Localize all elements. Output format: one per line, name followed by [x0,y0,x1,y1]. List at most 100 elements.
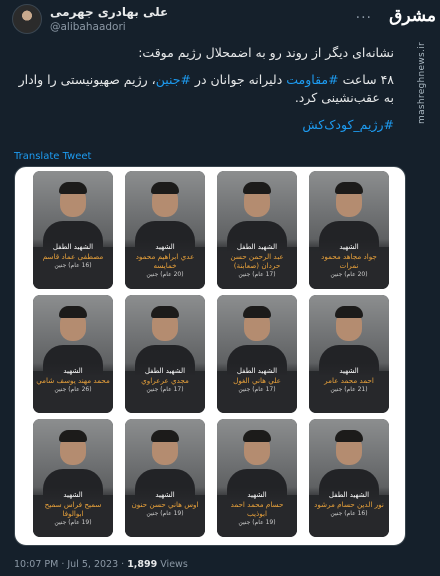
portrait-hair [243,182,271,194]
portrait-hair [335,306,363,318]
portrait-hair [59,182,87,194]
martyr-card: الشهيد حسام محمد احمد ابوذيب (19 عام) جنين [217,419,297,537]
portrait-hair [151,306,179,318]
card-caption: الشهيد الطفل مصطفى عماد قاسم (16 عام) جنين [33,239,113,289]
martyr-card: الشهيد محمد مهند يوسف شامي (26 عام) جنين [33,295,113,413]
portrait-hair [335,430,363,442]
portrait-photo [309,295,389,375]
card-badge: الشهيد [155,491,175,499]
card-info: (17 عام) جنين [146,386,184,393]
tweet-time[interactable]: 10:07 PM · Jul 5, 2023 · [14,559,127,570]
mashregh-logo: مشرق [389,6,436,26]
card-caption: الشهيد الطفل علي هاني الغول (17 عام) جنين [217,363,297,413]
card-caption: الشهيد الطفل مجدي عرعراوي (17 عام) جنين [125,363,205,413]
martyr-card: الشهيد الطفل عبد الرحمن حسن حردان (صعابنة… [217,171,297,289]
card-info: (26 عام) جنين [54,386,92,393]
card-badge: الشهيد [247,491,267,499]
card-name: عدي ابراهيم محمود خمايسه [135,252,195,270]
tweet-image[interactable]: الشهيد الطفل مصطفى عماد قاسم (16 عام) جنين… [14,166,406,546]
card-badge: الشهيد [339,367,359,375]
card-caption: الشهيد سميح فراس سميح ابوالوفا (19 عام) جن… [33,487,113,537]
hashtag-link[interactable]: #مقاومت [286,72,338,87]
views-label: Views [157,559,188,570]
portrait-hair [243,306,271,318]
tweet-line-2: ۴۸ ساعت #مقاومت دلیرانه جوانان در #جنین،… [16,71,394,107]
card-name: حسام محمد احمد ابوذيب [230,500,284,518]
card-caption: الشهيد احمد محمد عامر (21 عام) جنين [309,363,389,413]
card-name: مجدي عرعراوي [141,376,189,385]
card-badge: الشهيد الطفل [52,243,94,251]
card-info: (16 عام) جنين [330,510,368,517]
card-caption: الشهيد عدي ابراهيم محمود خمايسه (20 عام) ج… [125,239,205,289]
card-caption: الشهيد الطفل عبد الرحمن حسن حردان (صعابنة… [217,239,297,289]
card-caption: الشهيد الطفل نور الدين حسام مرشود (16 عام)… [309,487,389,537]
card-info: (19 عام) جنين [238,519,276,526]
portrait-hair [151,430,179,442]
views-count[interactable]: 1,899 [127,559,157,570]
display-name[interactable]: علی بهادری جهرمی [50,5,168,20]
card-name: نور الدين حسام مرشود [314,500,384,509]
user-info[interactable]: علی بهادری جهرمی @alibahaadori [50,5,168,34]
martyr-card: الشهيد جواد مجاهد محمود نمرات (20 عام) جني… [309,171,389,289]
watermark-logo: مشرق mashreghnews.ir [389,6,436,124]
card-name: اوس هاني حسن حنون [131,500,199,509]
card-name: سميح فراس سميح ابوالوفا [44,500,102,518]
watermark-url: mashreghnews.ir [417,42,427,124]
martyr-card: الشهيد احمد محمد عامر (21 عام) جنين [309,295,389,413]
card-name: علي هاني الغول [233,376,281,385]
tweet-text: نشانه‌ای دیگر از روند رو به اضمحلال رژیم… [16,44,394,143]
card-badge: الشهيد [155,243,175,251]
portrait-photo [217,295,297,375]
portrait-hair [59,306,87,318]
tweet-header: علی بهادری جهرمی @alibahaadori ··· [12,4,428,38]
martyr-card-grid: الشهيد الطفل مصطفى عماد قاسم (16 عام) جنين… [33,171,389,537]
portrait-photo [217,171,297,251]
card-info: (16 عام) جنين [54,262,92,269]
martyr-card: الشهيد الطفل مصطفى عماد قاسم (16 عام) جنين [33,171,113,289]
hashtag-link[interactable]: #رژیم_کودک‌کش [302,117,394,132]
more-dots-icon[interactable]: ··· [356,10,372,26]
card-caption: الشهيد اوس هاني حسن حنون (19 عام) جنين [125,487,205,537]
card-info: (17 عام) جنين [238,386,276,393]
portrait-photo [125,419,205,499]
card-info: (20 عام) جنين [330,271,368,278]
hashtag-link[interactable]: #جنین [156,72,191,87]
card-badge: الشهيد الطفل [328,491,370,499]
card-info: (19 عام) جنين [54,519,92,526]
portrait-photo [125,171,205,251]
card-caption: الشهيد جواد مجاهد محمود نمرات (20 عام) جني… [309,239,389,289]
card-badge: الشهيد [339,243,359,251]
card-info: (19 عام) جنين [146,510,184,517]
card-name: احمد محمد عامر [324,376,374,385]
card-name: محمد مهند يوسف شامي [36,376,110,385]
card-badge: الشهيد الطفل [236,367,278,375]
martyr-card: الشهيد سميح فراس سميح ابوالوفا (19 عام) جن… [33,419,113,537]
card-name: جواد مجاهد محمود نمرات [321,252,377,270]
card-info: (17 عام) جنين [238,271,276,278]
card-name: عبد الرحمن حسن حردان (صعابنة) [230,252,284,270]
portrait-photo [33,171,113,251]
portrait-hair [335,182,363,194]
portrait-hair [151,182,179,194]
martyr-card: الشهيد عدي ابراهيم محمود خمايسه (20 عام) ج… [125,171,205,289]
avatar[interactable] [12,4,42,34]
card-name: مصطفى عماد قاسم [42,252,104,261]
tweet-text-segment: دلیرانه جوانان در [190,72,287,87]
card-badge: الشهيد [63,491,83,499]
card-badge: الشهيد الطفل [236,243,278,251]
martyr-card: الشهيد الطفل علي هاني الغول (17 عام) جنين [217,295,297,413]
martyr-card: الشهيد الطفل نور الدين حسام مرشود (16 عام)… [309,419,389,537]
card-caption: الشهيد حسام محمد احمد ابوذيب (19 عام) جنين [217,487,297,537]
martyr-card: الشهيد اوس هاني حسن حنون (19 عام) جنين [125,419,205,537]
martyr-card: الشهيد الطفل مجدي عرعراوي (17 عام) جنين [125,295,205,413]
card-info: (20 عام) جنين [146,271,184,278]
portrait-photo [33,419,113,499]
translate-tweet-link[interactable]: Translate Tweet [14,151,91,162]
card-badge: الشهيد الطفل [144,367,186,375]
card-info: (21 عام) جنين [330,386,368,393]
tweet-meta: 10:07 PM · Jul 5, 2023 · 1,899 Views [14,559,188,570]
user-handle[interactable]: @alibahaadori [50,20,168,34]
card-badge: الشهيد [63,367,83,375]
portrait-photo [33,295,113,375]
portrait-photo [217,419,297,499]
